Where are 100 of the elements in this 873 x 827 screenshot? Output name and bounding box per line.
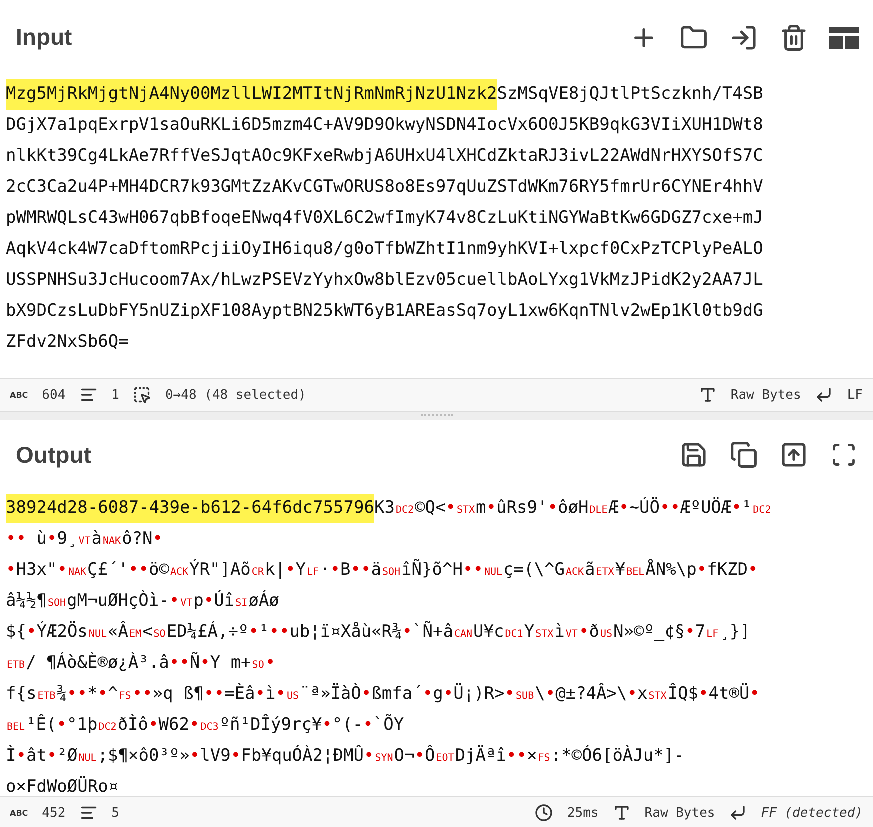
input-text: bX9DCzsLuDbFY5nUZipXF108AyptBN25kWT6yB1AREasSq7oyL1xw6KqnTNlv2wEp1Kl0tb9dG: [6, 300, 764, 323]
output-text: ¹: [258, 621, 270, 644]
output-text: 7: [695, 621, 706, 644]
save-icon: [680, 441, 708, 469]
nonprintable-dot: •: [169, 590, 180, 613]
nonprintable-dot: •: [190, 745, 200, 768]
control-character: DC1: [504, 628, 524, 642]
input-text: nlkKt39Cg4LkAe7RffVeSJqtAOc9KFxeRwbjA6UHxU4lXHCdZktaRJ3ivL22AWdNrHXYSOfS7C: [6, 145, 764, 168]
control-character: ACK: [564, 566, 585, 580]
output-text: x: [638, 683, 648, 706]
return-icon: [729, 804, 748, 822]
nonprintable-dot: •: [255, 683, 266, 706]
output-text: ã: [585, 559, 596, 582]
control-character: NAK: [67, 566, 88, 580]
nonprintable-dot: •: [548, 497, 558, 520]
output-text: °(-: [332, 714, 364, 737]
nonprintable-dot: •: [364, 745, 374, 768]
output-text: ð: [589, 621, 600, 644]
output-text: ðÌô: [118, 713, 149, 737]
eol-label[interactable]: FF (detected): [761, 806, 863, 820]
lines-icon: [80, 804, 98, 822]
control-character: SI: [234, 597, 249, 611]
nonprintable-dot: •: [696, 559, 708, 582]
output-text: «Â: [108, 620, 128, 644]
output-text: ¹: [742, 497, 752, 520]
output-text: ED¼£Á,÷º: [166, 620, 249, 644]
output-text: ºñ¹DÎý9rç¥: [220, 713, 322, 737]
output-text: =Èâ: [224, 682, 256, 706]
output-text: W62: [158, 714, 190, 737]
encoding-label[interactable]: Raw Bytes: [644, 806, 716, 820]
lines-icon: [80, 386, 98, 404]
nonprintable-dot: ••: [350, 559, 372, 582]
output-text: `Ñ+â: [412, 620, 454, 644]
nonprintable-dot: •: [402, 621, 413, 644]
control-character: FS: [118, 690, 132, 704]
lines-value: 5: [112, 806, 120, 820]
output-text: ©Q<: [415, 497, 446, 520]
nonprintable-dot: •: [545, 684, 556, 706]
control-character: SO: [152, 628, 167, 642]
nonprintable-dot: •: [46, 745, 58, 768]
lines-value: 1: [112, 388, 120, 402]
copy-icon: [730, 441, 758, 469]
folder-icon: [680, 24, 708, 52]
control-character: VT: [78, 535, 92, 549]
nonprintable-dot: •: [685, 621, 696, 644]
control-character: NUL: [88, 628, 108, 642]
output-text: g: [433, 683, 444, 706]
nonprintable-dot: •: [204, 590, 214, 613]
output-text: ¾: [56, 683, 68, 706]
layout-icon: [829, 26, 859, 50]
nonprintable-dot: ••: [269, 621, 290, 644]
selection-range: 0→48 (48 selected): [165, 388, 306, 402]
output-text: U¥c: [474, 621, 504, 644]
control-character: VT: [564, 628, 579, 642]
control-character: EOT: [435, 752, 456, 766]
nonprintable-dot: •: [57, 559, 68, 582]
control-character: STX: [534, 628, 555, 642]
output-text: ${: [6, 621, 26, 644]
input-text: 2cC3Ca2u4P+MH4DCR7k93GMtZzAKvCGTwORUS8o8Es97qUuZSTdWKm76RY5fmrUr6CYNEr4hhV: [6, 176, 764, 199]
nonprintable-dot: •: [748, 559, 758, 582]
nonprintable-dot: ••: [6, 528, 26, 551]
output-text: ÆºUÖÆ: [680, 496, 732, 520]
output-text: ä: [371, 559, 382, 582]
output-text: ö©: [148, 559, 170, 582]
selection-icon: [133, 386, 152, 404]
nonprintable-dot: •: [414, 745, 425, 768]
output-text: ÝR"]Aõ: [190, 558, 251, 582]
output-text: Ü¡)R>: [454, 682, 505, 706]
output-text: Fb¥quÓÀ2¦ÐMÛ: [241, 744, 364, 768]
nonprintable-dot: •: [627, 683, 638, 706]
encoding-label[interactable]: Raw Bytes: [730, 388, 802, 402]
nonprintable-dot: ••: [506, 745, 527, 768]
nonprintable-dot: •: [446, 497, 456, 520]
nonprintable-dot: •: [285, 559, 296, 582]
control-character: SOH: [381, 566, 402, 580]
output-text: `ÕY: [373, 713, 404, 737]
selected-text: 38924d28-6087-439e-b612-64f6dc755796: [6, 494, 374, 523]
output-text: \: [535, 683, 546, 706]
control-character: DC3: [200, 721, 220, 735]
length-value: 452: [42, 806, 66, 820]
nonprintable-dot: ••: [67, 683, 88, 706]
output-text: ÎQ$: [668, 682, 699, 706]
input-title: Input: [16, 24, 72, 51]
output-text: Ì: [6, 744, 16, 768]
output-text: o×FdWoØÜRo¤: [6, 776, 119, 796]
output-text: ßmfa´: [372, 683, 423, 706]
output-text: Æ: [608, 497, 620, 520]
control-character: US: [286, 690, 300, 704]
eol-label[interactable]: LF: [847, 388, 863, 402]
output-text: ub¦ï¤Xåù«R¾: [290, 621, 402, 644]
control-character: LF: [306, 566, 320, 580]
output-text: Ô: [425, 744, 436, 768]
output-text: B: [340, 559, 351, 582]
nonprintable-dot: •: [330, 559, 340, 582]
control-character: BEL: [6, 721, 26, 735]
control-character: SUB: [515, 690, 536, 704]
length-label: ABC: [10, 390, 28, 400]
output-text: 4t®Ü: [708, 682, 750, 706]
output-text: ^: [108, 683, 118, 706]
input-text: SzMSqVE8jQJtlPtSczknh/T4SB: [497, 83, 764, 106]
